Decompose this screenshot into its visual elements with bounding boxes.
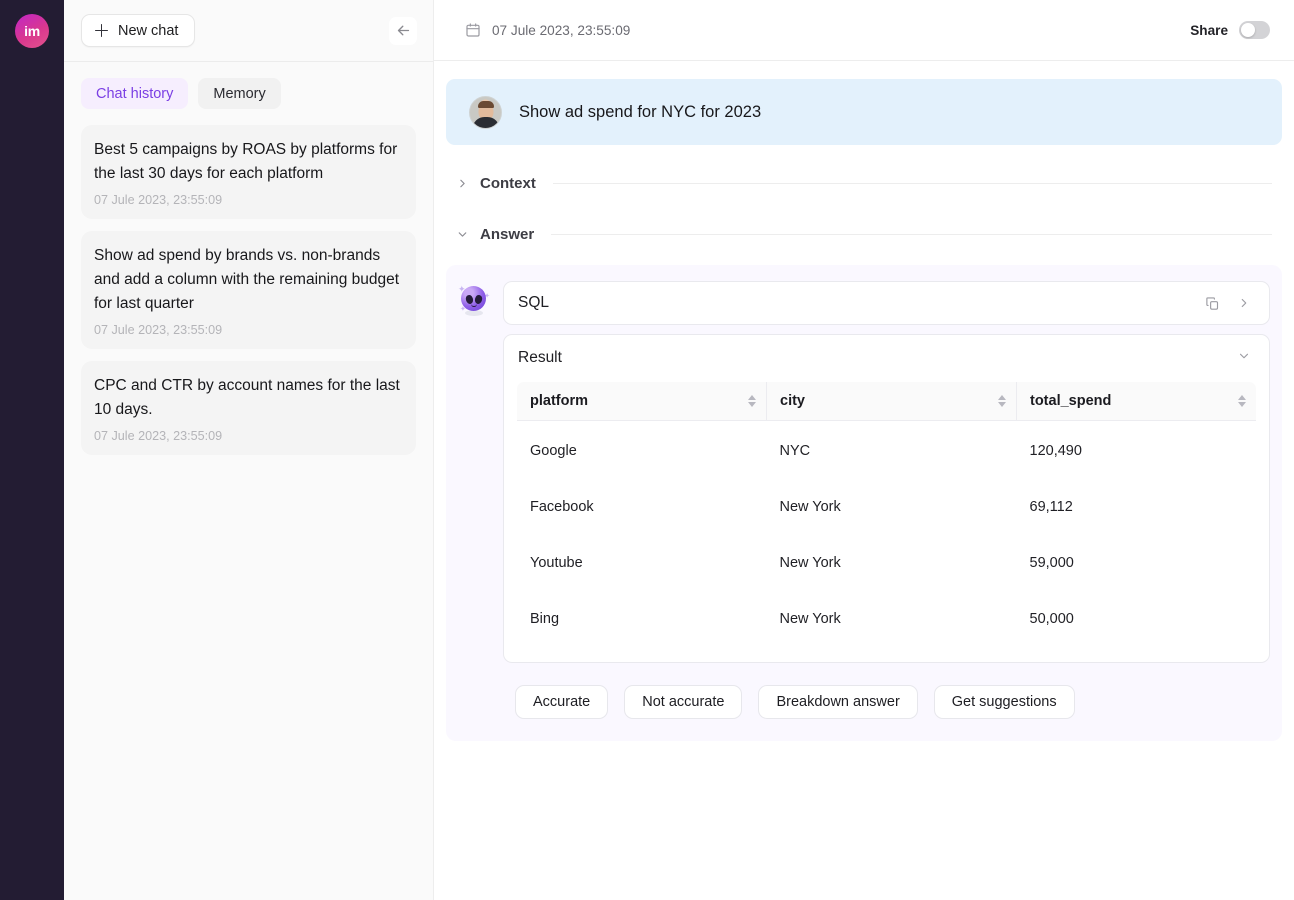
avatar-hair (478, 101, 494, 108)
accurate-button[interactable]: Accurate (515, 685, 608, 719)
chat-item-title: CPC and CTR by account names for the las… (94, 374, 401, 422)
cell-platform: Youtube (517, 535, 767, 591)
main-content: 07 Jule 2023, 23:55:09 Share Show ad spe… (434, 0, 1294, 900)
tab-memory[interactable]: Memory (198, 78, 280, 109)
result-panel: Result (503, 334, 1270, 663)
table-row: Youtube New York 59,000 (517, 535, 1257, 591)
cell-city: New York (767, 479, 1017, 535)
cell-city: New York (767, 591, 1017, 648)
chat-item-title: Show ad spend by brands vs. non-brands a… (94, 244, 401, 316)
cell-total-spend: 120,490 (1017, 421, 1257, 480)
column-header-total-spend-label: total_spend (1030, 393, 1111, 409)
app-logo[interactable]: im (15, 14, 49, 48)
app-logo-text: im (24, 23, 40, 39)
section-context[interactable]: Context (446, 170, 1282, 196)
feedback-actions: Accurate Not accurate Breakdown answer G… (503, 663, 1270, 719)
section-divider (553, 183, 1272, 184)
answer-body: ✦ ✦ ✦ SQL (458, 281, 1270, 719)
alien-avatar: ✦ ✦ ✦ (458, 285, 490, 317)
cell-city: NYC (767, 421, 1017, 480)
table-row: Facebook New York 69,112 (517, 479, 1257, 535)
main-header: 07 Jule 2023, 23:55:09 Share (434, 0, 1294, 61)
plus-icon (95, 24, 108, 37)
question-banner: Show ad spend for NYC for 2023 (446, 79, 1282, 145)
sql-label: SQL (518, 294, 549, 312)
answer-stack: SQL (503, 281, 1270, 719)
sidebar-tabs: Chat history Memory (64, 62, 433, 119)
question-text: Show ad spend for NYC for 2023 (519, 103, 761, 122)
cell-platform: Google (517, 421, 767, 480)
share-toggle-knob (1241, 23, 1255, 37)
app-rail: im (0, 0, 64, 900)
sort-icon[interactable] (1238, 395, 1246, 407)
share-toggle[interactable] (1239, 21, 1270, 39)
table-header-row: platform city (517, 382, 1257, 421)
share-label: Share (1190, 23, 1228, 38)
column-header-city-label: city (780, 393, 805, 409)
calendar-icon (465, 22, 481, 38)
result-collapse[interactable] (1237, 349, 1251, 368)
column-header-total-spend[interactable]: total_spend (1017, 382, 1257, 421)
sidebar-collapse-button[interactable] (389, 17, 417, 45)
chat-history-list: Best 5 campaigns by ROAS by platforms fo… (64, 119, 433, 455)
list-item[interactable]: Best 5 campaigns by ROAS by platforms fo… (81, 125, 416, 219)
new-chat-button[interactable]: New chat (81, 14, 195, 47)
copy-icon[interactable] (1205, 296, 1220, 311)
share-control: Share (1190, 21, 1270, 39)
sort-icon[interactable] (998, 395, 1006, 407)
result-table: platform city (516, 381, 1257, 648)
tab-chat-history-label: Chat history (96, 86, 173, 102)
tab-chat-history[interactable]: Chat history (81, 78, 188, 109)
section-context-label: Context (480, 175, 536, 192)
cell-platform: Bing (517, 591, 767, 648)
chevron-right-icon (456, 177, 469, 190)
table-body: Google NYC 120,490 Facebook New York 69,… (517, 421, 1257, 648)
column-header-city[interactable]: city (767, 382, 1017, 421)
list-item[interactable]: CPC and CTR by account names for the las… (81, 361, 416, 455)
answer-panel: ✦ ✦ ✦ SQL (446, 265, 1282, 741)
avatar (469, 96, 502, 129)
app-root: im New chat Chat history Memory (0, 0, 1294, 900)
table-row: Bing New York 50,000 (517, 591, 1257, 648)
get-suggestions-button[interactable]: Get suggestions (934, 685, 1075, 719)
chat-item-time: 07 Jule 2023, 23:55:09 (94, 323, 401, 337)
sidebar: New chat Chat history Memory Best 5 camp… (64, 0, 434, 900)
cell-platform: Facebook (517, 479, 767, 535)
chat-item-title: Best 5 campaigns by ROAS by platforms fo… (94, 138, 401, 186)
chevron-down-icon (456, 228, 469, 241)
not-accurate-button[interactable]: Not accurate (624, 685, 742, 719)
chevron-down-icon (1237, 349, 1251, 363)
table-head: platform city (517, 382, 1257, 421)
chat-item-time: 07 Jule 2023, 23:55:09 (94, 429, 401, 443)
section-answer-label: Answer (480, 226, 534, 243)
result-label: Result (518, 349, 562, 367)
cell-total-spend: 59,000 (1017, 535, 1257, 591)
sql-actions (1205, 296, 1251, 311)
section-answer[interactable]: Answer (446, 221, 1282, 247)
new-chat-label: New chat (118, 23, 178, 39)
sidebar-header: New chat (64, 0, 433, 62)
conversation-date: 07 Jule 2023, 23:55:09 (465, 22, 630, 38)
tab-memory-label: Memory (213, 86, 265, 102)
cell-total-spend: 69,112 (1017, 479, 1257, 535)
conversation-area: Show ad spend for NYC for 2023 Context A… (434, 61, 1294, 741)
arrow-left-icon (395, 22, 412, 39)
sql-row[interactable]: SQL (503, 281, 1270, 325)
section-divider (551, 234, 1272, 235)
table-row: Google NYC 120,490 (517, 421, 1257, 480)
list-item[interactable]: Show ad spend by brands vs. non-brands a… (81, 231, 416, 349)
chevron-right-icon[interactable] (1237, 296, 1251, 310)
column-header-platform[interactable]: platform (517, 382, 767, 421)
chat-item-time: 07 Jule 2023, 23:55:09 (94, 193, 401, 207)
cell-total-spend: 50,000 (1017, 591, 1257, 648)
column-header-platform-label: platform (530, 393, 588, 409)
result-header[interactable]: Result (504, 335, 1269, 381)
breakdown-answer-button[interactable]: Breakdown answer (758, 685, 917, 719)
sort-icon[interactable] (748, 395, 756, 407)
cell-city: New York (767, 535, 1017, 591)
conversation-date-text: 07 Jule 2023, 23:55:09 (492, 23, 630, 38)
